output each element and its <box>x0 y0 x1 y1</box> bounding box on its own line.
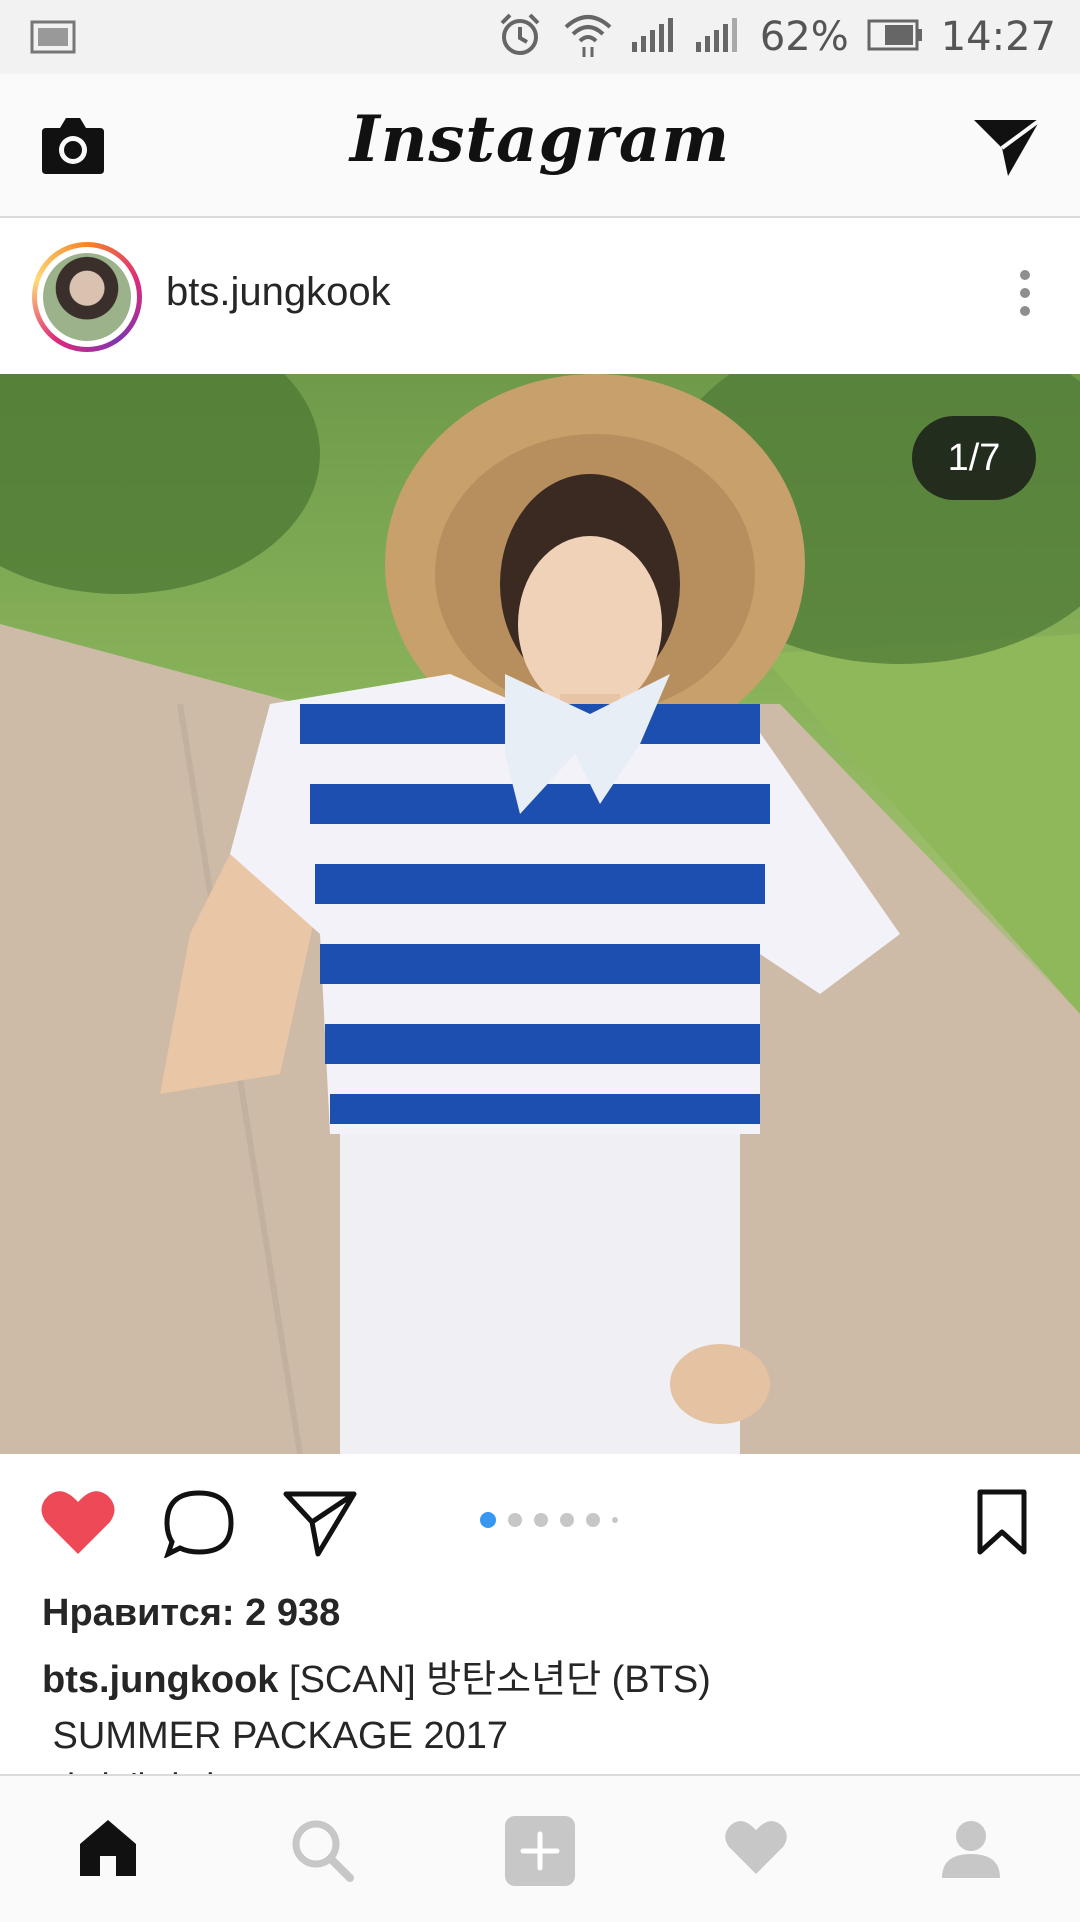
top-app-bar: Instagram <box>0 74 1080 218</box>
carousel-dot <box>612 1517 618 1523</box>
caption-text: [SCAN] 방탄소년단 (BTS) <box>289 1659 711 1701</box>
add-icon[interactable] <box>503 1814 577 1893</box>
carousel-dot <box>508 1513 522 1527</box>
search-icon[interactable] <box>290 1818 354 1887</box>
more-options-icon[interactable] <box>1020 270 1030 324</box>
likes-count[interactable]: Нравится: 2 938 <box>42 1592 340 1635</box>
carousel-dot <box>534 1513 548 1527</box>
app-title: Instagram <box>349 102 731 177</box>
signal-icon <box>695 17 742 57</box>
activity-heart-icon[interactable] <box>724 1818 788 1881</box>
carousel-dot-active <box>480 1512 496 1528</box>
share-icon[interactable] <box>282 1488 358 1563</box>
post-header: bts.jungkook <box>0 218 1080 374</box>
battery-icon <box>867 19 923 56</box>
post-username[interactable]: bts.jungkook <box>166 270 391 315</box>
carousel-dot <box>560 1513 574 1527</box>
image-counter: 1/7 <box>912 416 1036 500</box>
caption-text-line: SUMMER PACKAGE 2017 <box>42 1715 509 1757</box>
comment-icon[interactable] <box>162 1488 236 1563</box>
carousel-indicator <box>480 1512 618 1528</box>
clock: 14:27 <box>940 14 1056 60</box>
avatar[interactable] <box>32 242 142 352</box>
profile-icon[interactable] <box>940 1818 1002 1885</box>
direct-message-icon[interactable] <box>972 114 1042 183</box>
status-bar: 62% 14:27 <box>0 0 1080 74</box>
bottom-navigation <box>0 1774 1080 1922</box>
gallery-notification-icon <box>30 20 76 59</box>
signal-icon <box>631 17 678 57</box>
wifi-icon <box>562 11 614 64</box>
carousel-dot <box>586 1513 600 1527</box>
battery-percent: 62% <box>759 14 849 60</box>
caption: bts.jungkook [SCAN] 방탄소년단 (BTS) <box>42 1652 1042 1708</box>
alarm-icon <box>496 11 544 64</box>
home-icon[interactable] <box>76 1818 140 1883</box>
bookmark-icon[interactable] <box>976 1488 1028 1561</box>
post-image[interactable]: 1/7 <box>0 374 1080 1454</box>
caption-username[interactable]: bts.jungkook <box>42 1659 278 1701</box>
heart-filled-icon[interactable] <box>40 1488 116 1561</box>
